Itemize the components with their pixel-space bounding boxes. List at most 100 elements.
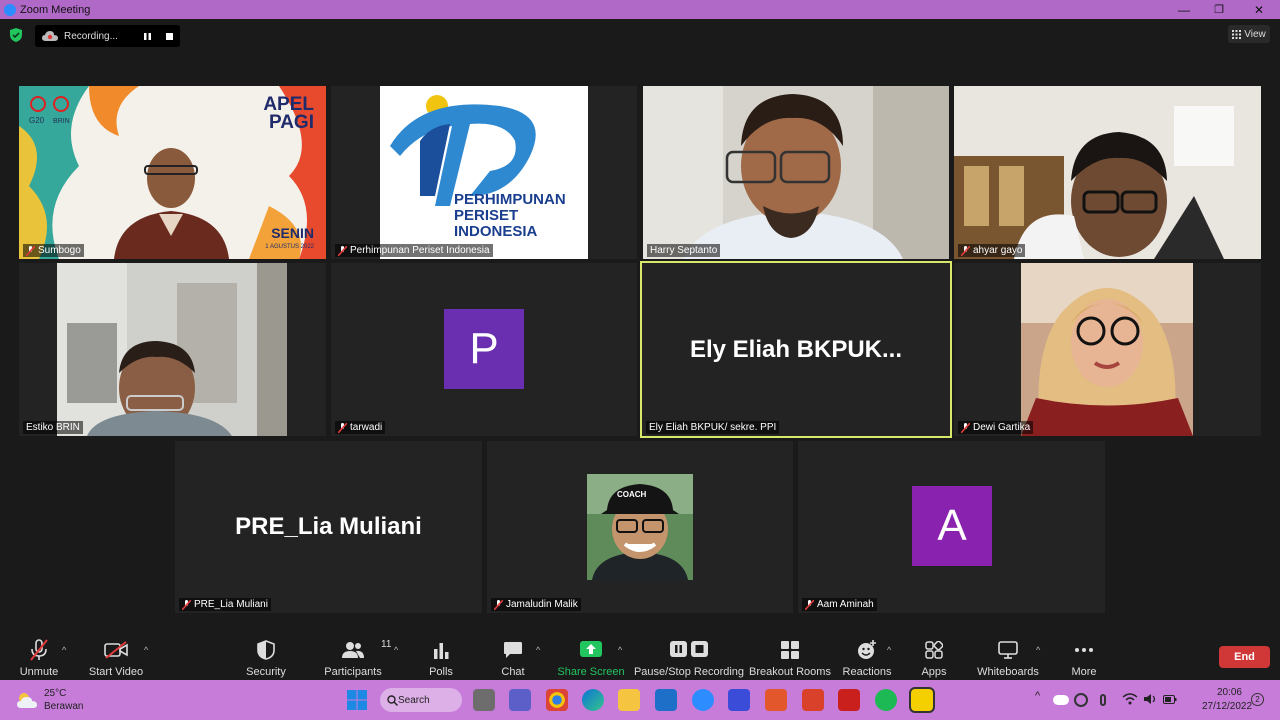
unmute-label: Unmute [19,666,59,678]
maximize-button[interactable]: ❐ [1199,0,1239,19]
recording-label: Recording... [64,30,118,42]
weather-widget[interactable]: 25°C Berawan [16,687,83,713]
video-off-icon [104,641,128,659]
cap-text: COACH [617,490,647,499]
breakout-rooms-button[interactable]: Breakout Rooms [749,639,831,678]
participant-name-tag: ahyar gayo [958,244,1026,257]
tray-overflow-chevron-up-icon[interactable]: ^ [1035,690,1040,702]
teams-chat-icon[interactable] [509,689,531,711]
polls-button[interactable]: Polls [425,639,457,678]
participant-name: Ely Eliah BKPUK/ sekre. PPI [649,422,777,433]
search-icon [387,695,398,706]
zoom-logo-icon [4,3,16,16]
spotify-icon[interactable] [875,689,897,711]
security-label: Security [246,666,286,678]
reactions-button[interactable]: Reactions [842,639,892,678]
participant-name-tag: Aam Aminah [802,598,877,611]
video-tile-jamaludin-malik[interactable]: COACH Jamaludin Malik [487,441,793,613]
participant-name: Harry Septanto [650,245,718,256]
participants-icon [342,642,364,658]
chat-options-chevron-up-icon[interactable]: ^ [536,645,540,655]
encryption-shield-icon[interactable] [9,28,23,42]
muted-mic-icon [494,599,503,610]
unmute-button[interactable]: Unmute [19,639,59,678]
share-options-chevron-up-icon[interactable]: ^ [618,645,622,655]
video-tile-ahyar-gayo[interactable]: ahyar gayo [954,86,1261,259]
polls-label: Polls [429,666,453,678]
participant-name-tag: Harry Septanto [647,244,721,257]
video-options-chevron-up-icon[interactable]: ^ [144,645,148,655]
pause-stop-recording-button[interactable]: Pause/Stop Recording [634,639,744,678]
muted-mic-icon [961,422,970,433]
meeting-toolbar: Unmute ^ Start Video ^ Security 11 Parti… [0,633,1280,680]
apps-button[interactable]: Apps [919,639,949,678]
participant-name: ahyar gayo [973,245,1023,256]
cloud-record-icon [42,31,58,41]
wifi-icon[interactable] [1122,693,1138,708]
stop-icon [165,32,173,40]
pause-recording-button[interactable] [141,30,153,42]
stop-recording-button[interactable] [163,30,175,42]
security-button[interactable]: Security [246,639,286,678]
participant-name: Sumbogo [38,245,81,256]
ppi-logo-icon [390,95,536,206]
share-screen-button[interactable]: Share Screen [557,639,625,678]
video-tile-ely-eliah-active-speaker[interactable]: Ely Eliah BKPUK... Ely Eliah BKPUK/ sekr… [640,261,952,438]
reactions-label: Reactions [842,666,892,678]
security-shield-icon [257,640,275,660]
ppi-logo-feed: PERHIMPUNAN PERISET INDONESIA [380,86,588,259]
chat-button[interactable]: Chat [497,639,529,678]
video-tile-perhimpunan[interactable]: PERHIMPUNAN PERISET INDONESIA Perhimpuna… [331,86,637,259]
video-tile-sumbogo[interactable]: G20 BRIN APEL PAGI SENIN 1 AGUSTUS 2022 S… [19,86,326,259]
end-meeting-button[interactable]: End [1219,646,1270,668]
reactions-options-chevron-up-icon[interactable]: ^ [887,645,891,655]
participant-name-tag: Estiko BRIN [23,421,83,434]
view-button[interactable]: View [1228,25,1270,43]
participants-options-chevron-up-icon[interactable]: ^ [394,645,398,655]
taskbar-search[interactable]: Search [380,688,462,712]
more-label: More [1071,666,1097,678]
file-explorer-icon[interactable] [618,689,640,711]
more-button[interactable]: More [1068,639,1100,678]
edge-icon[interactable] [582,689,604,711]
volume-icon[interactable] [1143,693,1157,708]
windows-start-button[interactable] [346,689,368,711]
muted-mic-icon [26,245,35,256]
video-feed-estiko-brin [57,263,287,436]
whiteboards-button[interactable]: Whiteboards [977,639,1039,678]
video-tile-estiko-brin[interactable]: Estiko BRIN [19,263,326,436]
sticky-notes-icon[interactable] [909,687,935,713]
participants-button[interactable]: 11 Participants [324,639,391,678]
minimize-button[interactable]: — [1164,0,1204,19]
battery-icon[interactable] [1163,695,1177,707]
app-m-icon[interactable] [728,689,750,711]
microphone-icon[interactable] [1100,694,1106,706]
sync-icon[interactable] [1074,693,1088,707]
close-button[interactable]: ✕ [1239,0,1279,19]
audio-options-chevron-up-icon[interactable]: ^ [62,645,66,655]
participants-label: Participants [324,666,382,678]
video-tile-aam-aminah[interactable]: A Aam Aminah [798,441,1105,613]
app-orange-icon[interactable] [765,689,787,711]
acrobat-icon[interactable] [838,689,860,711]
chat-label: Chat [501,666,525,678]
whiteboards-options-chevron-up-icon[interactable]: ^ [1036,645,1040,655]
task-view-icon[interactable] [473,689,495,711]
taskbar-clock[interactable]: 20:06 27/12/2022 [1202,686,1252,714]
office-icon[interactable] [802,689,824,711]
participant-name: Dewi Gartika [973,422,1031,433]
ppi-logo-line-3: INDONESIA [454,223,538,240]
video-tile-tarwadi[interactable]: P tarwadi [331,263,637,436]
notification-badge[interactable]: 2 [1251,693,1264,706]
participant-name: Estiko BRIN [26,422,80,433]
video-tile-dewi-gartika[interactable]: Dewi Gartika [954,263,1261,436]
participant-name-tag: Ely Eliah BKPUK/ sekre. PPI [646,421,780,434]
video-tile-harry-septanto[interactable]: Harry Septanto [643,86,949,259]
mail-icon[interactable] [655,689,677,711]
chrome-icon[interactable] [546,689,568,711]
video-tile-pre-lia-muliani[interactable]: PRE_Lia Muliani PRE_Lia Muliani [175,441,482,613]
muted-mic-icon [805,599,814,610]
onedrive-cloud-icon[interactable] [1053,695,1069,705]
start-video-button[interactable]: Start Video [89,639,143,678]
zoom-taskbar-icon[interactable] [692,689,714,711]
